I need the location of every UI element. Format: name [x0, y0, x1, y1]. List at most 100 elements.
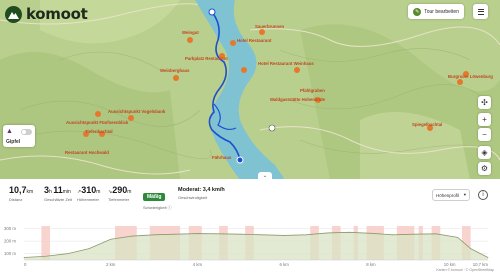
menu-button[interactable]	[473, 4, 488, 19]
elevation-point	[23, 257, 25, 258]
tools-button[interactable]: ⚙	[478, 162, 491, 175]
tour-info-panel: 10,7km Distanz 3h 11min Geschätzte Zeit …	[0, 179, 500, 273]
distance-unit: km	[26, 189, 34, 195]
elevation-point	[435, 233, 437, 235]
x-tick-label: 8 km	[366, 262, 376, 267]
difficulty-label: Schwierigkeit	[143, 205, 167, 210]
map-label: Pfahlgraben	[300, 88, 325, 93]
elevation-point	[283, 235, 285, 236]
x-tick-label: 6 km	[280, 262, 290, 267]
compass-icon: ✣	[481, 98, 488, 107]
x-tick-label: 10,7 km	[473, 262, 489, 267]
map-label: Weinberghaus	[160, 68, 190, 73]
elevation-point	[370, 232, 372, 234]
elevation-point	[392, 234, 393, 236]
elevation-point	[175, 233, 177, 235]
info-icon[interactable]: ⓘ	[168, 205, 172, 210]
toggle-switch[interactable]	[21, 129, 32, 135]
y-tick-label: 100 m	[4, 251, 16, 256]
elevation-point	[110, 238, 112, 240]
peaks-toggle-label: Gipfel	[6, 139, 21, 145]
poi-marker[interactable]	[95, 111, 101, 117]
zoom-out-icon: −	[482, 130, 487, 139]
map-label: Spiegelbachtal	[412, 122, 442, 127]
x-tick-label: 2 km	[106, 262, 116, 267]
poi-marker[interactable]	[241, 67, 247, 73]
stat-speed[interactable]: Moderat: 3,4 km/h Geschwindigkeit	[178, 185, 225, 200]
zoom-in-icon: +	[482, 115, 487, 124]
route-end-marker[interactable]	[236, 156, 244, 164]
elevation-point	[218, 233, 220, 235]
zoom-in-button[interactable]: +	[478, 113, 491, 126]
info-icon: i	[482, 192, 484, 198]
poi-marker[interactable]	[268, 124, 276, 132]
time-label: Geschätzte Zeit	[44, 197, 73, 202]
y-tick-label: 300 m	[4, 226, 16, 231]
komoot-logo[interactable]: komoot	[5, 5, 88, 23]
stat-downhill: ↘290m Tiefenmeter	[108, 185, 131, 202]
poi-marker[interactable]	[173, 75, 179, 81]
pencil-icon: ✎	[413, 7, 422, 16]
compass-button[interactable]: ✣	[478, 96, 491, 109]
hamburger-line	[477, 11, 484, 12]
zoom-out-button[interactable]: −	[478, 128, 491, 141]
elevation-point	[66, 253, 68, 255]
map-label: Burgruine Löwenburg	[448, 74, 493, 79]
downhill-unit: m	[127, 189, 132, 195]
downhill-value: 290	[112, 185, 128, 195]
elevation-point	[45, 255, 47, 257]
map-label: Waldgaststätte Hohenlinde	[270, 97, 326, 102]
poi-marker[interactable]	[187, 37, 193, 43]
x-tick-label: 4 km	[193, 262, 203, 267]
distance-label: Distanz	[9, 197, 23, 202]
elevation-point	[197, 233, 198, 234]
y-tick-label: 200 m	[4, 239, 16, 244]
logo-text: komoot	[26, 5, 88, 23]
elevation-point	[240, 233, 242, 235]
layers-button[interactable]: ◈	[478, 146, 491, 159]
elevation-point	[470, 248, 472, 250]
elevation-point	[153, 234, 155, 236]
uphill-value: 310	[81, 185, 97, 195]
elevation-area	[24, 232, 488, 260]
profile-select-label: Höhenprofil	[436, 192, 460, 198]
profile-select[interactable]: Höhenprofil ▾	[432, 189, 470, 201]
stat-uphill: ↗310m Höhenmeter	[77, 185, 100, 202]
elevation-point	[305, 234, 307, 236]
x-tick-label: 10 km	[444, 262, 456, 267]
elevation-chart[interactable]: 300 m 200 m 100 m 0 2 km 4 km 6 km 8 km 10 km 10,…	[0, 222, 500, 273]
hamburger-line	[477, 13, 484, 15]
distance-value: 10,7	[9, 185, 27, 195]
map-label: Aussichtspunkt Fünfseenblick	[66, 120, 129, 125]
profile-info-button[interactable]: i	[478, 190, 488, 200]
map-attribution: Karten © komoot · © OpenStreetMap	[436, 268, 494, 272]
poi-marker[interactable]	[128, 115, 134, 121]
poi-marker[interactable]	[457, 79, 463, 85]
hamburger-icon	[477, 8, 484, 10]
chevron-down-icon: ▾	[463, 192, 466, 197]
map-label: Aussichtspunkt Vogelsbank	[108, 109, 166, 114]
speed-value: Moderat: 3,4 km/h	[178, 187, 225, 193]
stat-time: 3h 11min Geschätzte Zeit	[44, 185, 73, 202]
stat-difficulty[interactable]: Mäßig Schwierigkeit ⓘ	[143, 185, 172, 211]
collapse-panel-button[interactable]: ⌄	[258, 172, 272, 179]
poi-marker[interactable]	[230, 40, 236, 46]
poi-marker[interactable]	[294, 67, 300, 73]
elevation-point	[348, 231, 350, 233]
map-label: Hotel Restaurant	[237, 38, 272, 43]
layers-icon: ◈	[481, 148, 488, 157]
tour-edit-button[interactable]: ✎ Tour bearbeiten	[408, 4, 464, 19]
map-label: Tiefenbachtal	[85, 129, 113, 134]
elevation-point	[413, 233, 415, 235]
x-tick-label: 0	[24, 262, 27, 267]
elevation-point	[457, 236, 459, 238]
elevation-point	[88, 248, 90, 250]
elevation-point	[132, 235, 133, 237]
peak-icon: ▲	[6, 128, 13, 135]
poi-marker[interactable]	[259, 29, 265, 35]
elevation-point	[487, 257, 489, 258]
komoot-logo-icon	[5, 5, 22, 23]
peaks-layer-toggle[interactable]: ▲ Gipfel	[3, 125, 35, 147]
elevation-profile[interactable]: 300 m 200 m 100 m 0 2 km 4 km 6 km 8 km 10 km 10,…	[0, 222, 500, 273]
tools-icon: ⚙	[480, 164, 489, 173]
